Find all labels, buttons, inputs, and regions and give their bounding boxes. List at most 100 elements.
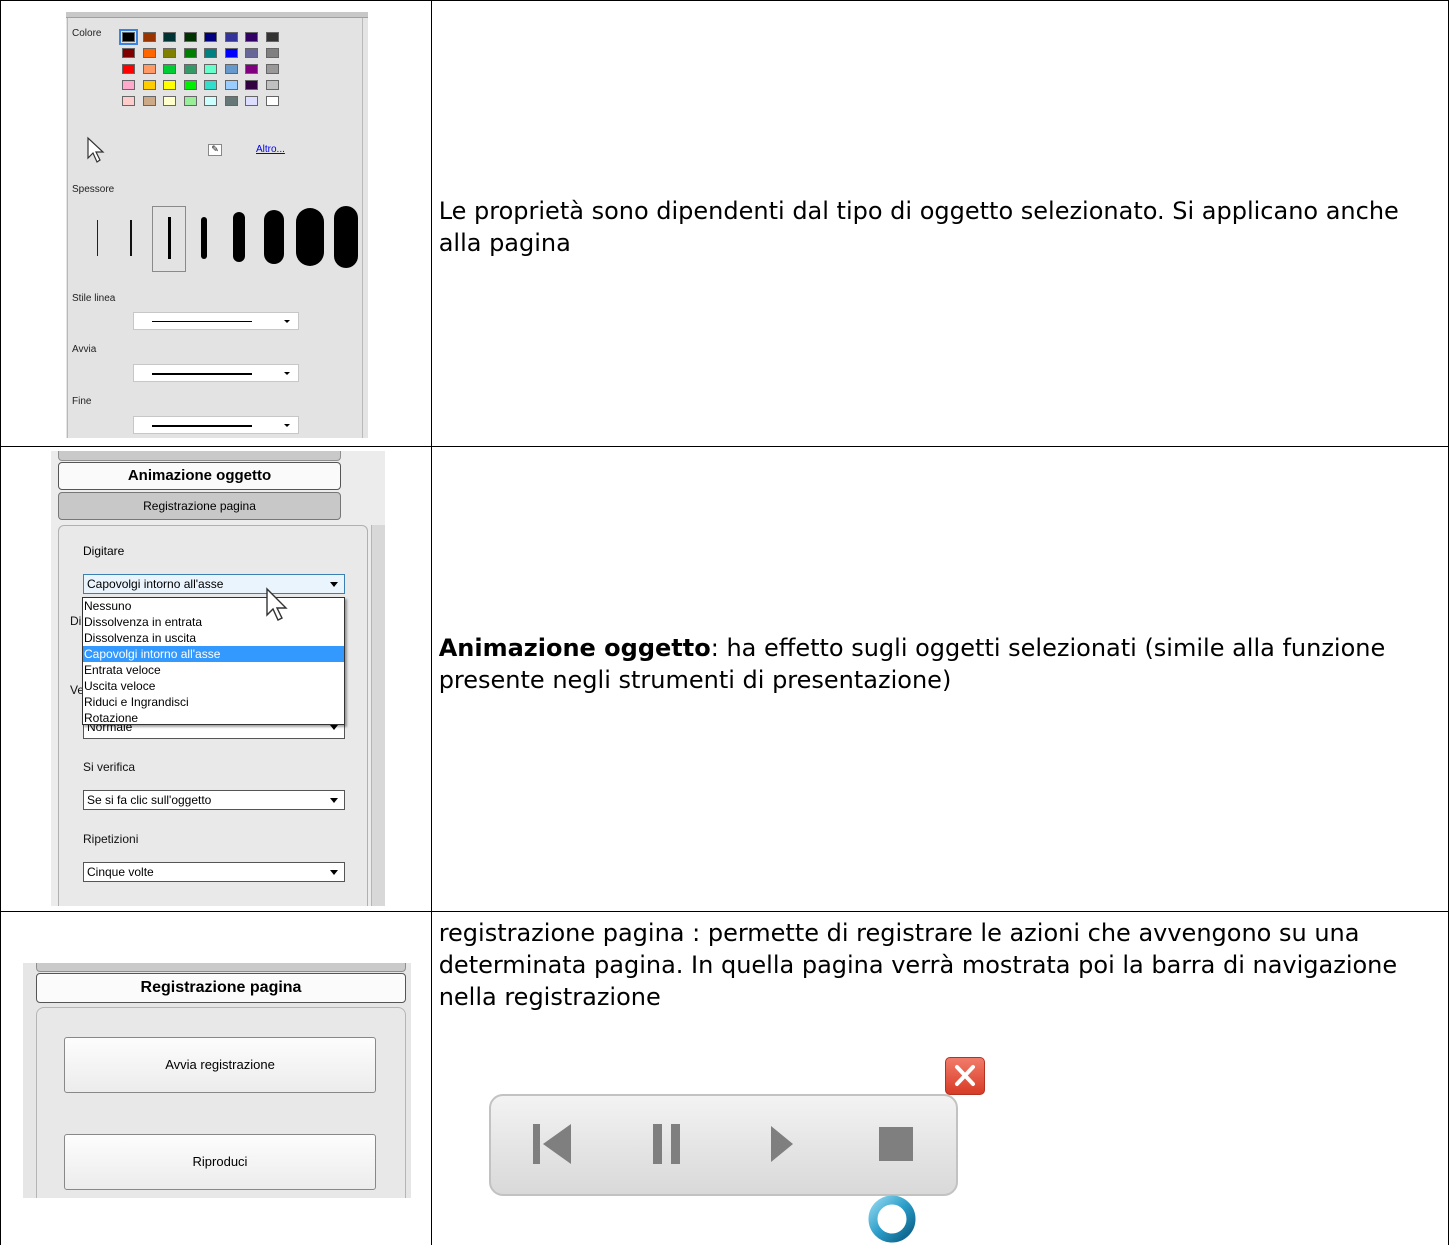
animation-description-bold: Animazione oggetto [438, 634, 711, 662]
color-swatch[interactable] [245, 32, 258, 42]
list-item[interactable]: Nessuno [83, 598, 344, 614]
animation-description: Animazione oggetto: ha effetto sugli ogg… [439, 632, 1439, 696]
color-swatch[interactable] [265, 48, 279, 58]
color-swatch[interactable] [142, 96, 156, 106]
list-item[interactable]: Uscita veloce [83, 678, 344, 694]
color-swatch[interactable] [142, 48, 156, 58]
chevron-down-icon [330, 798, 338, 803]
list-item[interactable]: Riduci e Ingrandisci [83, 694, 344, 710]
line-style-label: Stile linea [72, 293, 116, 304]
color-label: Colore [72, 28, 102, 39]
start-dropdown[interactable] [133, 364, 299, 382]
cell-animation-text: Animazione oggetto: ha effetto sugli ogg… [430, 446, 1449, 912]
color-swatch[interactable] [265, 32, 279, 42]
occurs-select[interactable]: Se si fa clic sull'oggetto [83, 790, 345, 810]
chevron-down-icon [330, 870, 338, 875]
thickness-label: Spessore [72, 184, 115, 195]
color-swatch-grid [119, 29, 279, 106]
color-swatch[interactable] [245, 64, 258, 74]
pause-icon[interactable] [649, 1120, 685, 1168]
stop-icon[interactable] [876, 1120, 916, 1168]
color-swatch[interactable] [142, 64, 156, 74]
recording-section-button[interactable]: Registrazione pagina [36, 973, 406, 1003]
list-item[interactable]: Dissolvenza in uscita [83, 630, 344, 646]
color-swatch[interactable] [265, 96, 279, 106]
color-swatch[interactable] [142, 80, 156, 90]
scrollbar[interactable] [371, 525, 385, 906]
color-swatch[interactable] [163, 48, 176, 58]
end-label: Fine [72, 396, 92, 407]
color-swatch[interactable] [183, 32, 197, 42]
repeat-select[interactable]: Cinque volte [83, 862, 345, 882]
chevron-down-icon [330, 582, 338, 587]
color-swatch[interactable] [224, 48, 238, 58]
list-item[interactable]: Capovolgi intorno all'asse [83, 646, 344, 662]
color-swatch[interactable] [224, 64, 238, 74]
end-dropdown[interactable] [133, 416, 299, 434]
color-swatch[interactable] [204, 96, 217, 106]
skip-back-icon[interactable] [531, 1120, 573, 1168]
occurs-select-value: Se si fa clic sull'oggetto [87, 793, 212, 807]
record-section-button[interactable]: Registrazione pagina [58, 492, 341, 520]
chevron-down-icon [284, 320, 290, 323]
type-label: Digitare [83, 544, 125, 558]
repeat-select-value: Cinque volte [87, 865, 154, 879]
color-swatch[interactable] [245, 96, 258, 106]
thickness-options[interactable] [88, 204, 358, 274]
start-recording-button[interactable]: Avvia registrazione [64, 1037, 376, 1093]
list-item[interactable]: Rotazione [83, 710, 344, 726]
properties-panel: Colore ✎ Altro... Spessore Stile linea A… [66, 12, 368, 438]
color-swatch[interactable] [183, 96, 197, 106]
type-select[interactable]: Capovolgi intorno all'asse [83, 574, 345, 594]
color-swatch[interactable] [122, 48, 135, 58]
color-swatch[interactable] [183, 80, 197, 90]
play-recording-button[interactable]: Riproduci [64, 1134, 376, 1190]
collapsed-section-tab[interactable] [36, 963, 406, 972]
color-swatch[interactable] [204, 64, 217, 74]
color-swatch[interactable] [142, 32, 156, 42]
type-select-value: Capovolgi intorno all'asse [87, 577, 224, 591]
animation-section-button[interactable]: Animazione oggetto [58, 462, 341, 490]
color-swatch[interactable] [204, 32, 217, 42]
close-icon[interactable] [945, 1057, 985, 1095]
mouse-pointer-icon [266, 587, 288, 621]
color-swatch[interactable] [122, 64, 135, 74]
color-swatch[interactable] [224, 96, 238, 106]
occurs-label: Si verifica [83, 760, 136, 774]
play-icon[interactable] [767, 1120, 797, 1168]
start-label: Avvia [72, 344, 97, 355]
color-swatch[interactable] [163, 64, 176, 74]
color-swatch[interactable] [122, 80, 135, 90]
list-item[interactable]: Entrata veloce [83, 662, 344, 678]
color-swatch[interactable] [163, 80, 176, 90]
color-swatch[interactable] [224, 80, 238, 90]
color-swatch[interactable] [245, 80, 258, 90]
color-swatch[interactable] [122, 96, 135, 106]
properties-description: Le proprietà sono dipendenti dal tipo di… [438, 197, 1399, 257]
color-swatch[interactable] [204, 48, 217, 58]
color-swatch[interactable] [265, 80, 279, 90]
properties-panel-body: Colore ✎ Altro... Spessore Stile linea A… [67, 18, 363, 438]
cell-properties-text: Le proprietà sono dipendenti dal tipo di… [430, 0, 1449, 447]
color-swatch[interactable] [163, 96, 176, 106]
eyedropper-icon[interactable]: ✎ [208, 144, 222, 156]
color-swatch[interactable] [163, 32, 176, 42]
playback-navigation-bar [489, 1094, 958, 1196]
color-swatch[interactable] [119, 29, 138, 45]
color-swatch[interactable] [224, 32, 238, 42]
color-swatch[interactable] [265, 64, 279, 74]
color-swatch[interactable] [183, 64, 197, 74]
color-swatch[interactable] [245, 48, 258, 58]
color-swatch[interactable] [204, 80, 217, 90]
recording-panel: Registrazione pagina Avvia registrazione… [23, 963, 411, 1198]
more-colors-link[interactable]: Altro... [256, 144, 285, 155]
line-style-dropdown[interactable] [133, 312, 299, 330]
type-options-list[interactable]: Nessuno Dissolvenza in entrata Dissolvenza… [82, 597, 345, 725]
color-swatch[interactable] [183, 48, 197, 58]
list-item[interactable]: Dissolvenza in entrata [83, 614, 344, 630]
mouse-pointer-icon [87, 136, 105, 163]
chevron-down-icon [284, 424, 290, 427]
collapsed-section-tab[interactable] [58, 451, 341, 461]
recording-description: registrazione pagina : permette di regis… [438, 919, 1398, 1011]
chevron-down-icon [284, 372, 290, 375]
